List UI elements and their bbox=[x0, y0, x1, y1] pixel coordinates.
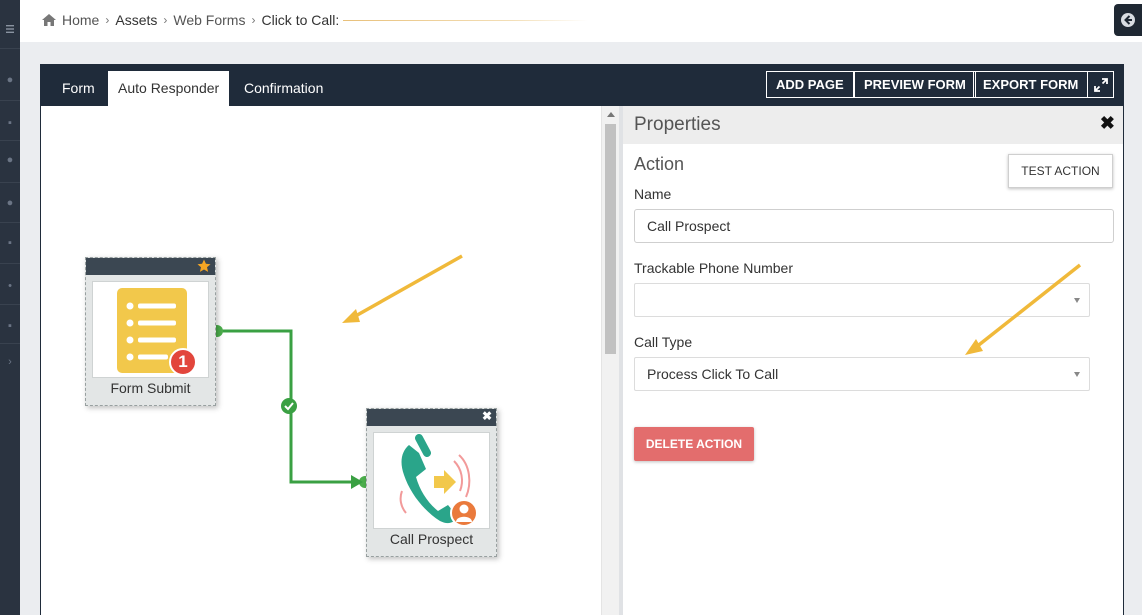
caret-down-icon bbox=[1074, 298, 1080, 303]
breadcrumb-assets[interactable]: Assets bbox=[115, 12, 157, 28]
star-icon[interactable] bbox=[197, 259, 211, 273]
node-form-submit[interactable]: 1 Form Submit bbox=[85, 257, 216, 406]
caret-down-icon bbox=[1074, 372, 1080, 377]
tab-form[interactable]: Form bbox=[52, 71, 105, 106]
canvas-scrollbar[interactable] bbox=[601, 106, 619, 615]
breadcrumb-web-forms[interactable]: Web Forms bbox=[173, 12, 245, 28]
chevron-right-icon: › bbox=[105, 13, 110, 27]
mobile-icon[interactable]: ▪ bbox=[0, 316, 20, 336]
breadcrumb-current: Click to Call: bbox=[261, 12, 340, 28]
node-image: 1 bbox=[92, 281, 209, 378]
export-form-button[interactable]: EXPORT FORM bbox=[973, 71, 1089, 98]
sidebar-divider bbox=[0, 182, 20, 183]
top-bar: Home › Assets › Web Forms › Click to Cal… bbox=[20, 0, 1142, 42]
node-label: Form Submit bbox=[110, 380, 191, 396]
close-icon[interactable]: ✖ bbox=[1100, 113, 1115, 134]
expand-arrows-icon bbox=[1093, 77, 1108, 92]
panel-header: Form Auto Responder Confirmation ADD PAG… bbox=[41, 65, 1123, 106]
node-label: Call Prospect bbox=[389, 531, 474, 547]
test-action-button[interactable]: TEST ACTION bbox=[1008, 154, 1113, 188]
menu-icon[interactable] bbox=[0, 21, 20, 41]
node-call-prospect[interactable]: ✖ Call Prospect bbox=[366, 408, 497, 557]
node-header[interactable]: ✖ bbox=[367, 409, 496, 426]
settings-icon[interactable]: ● bbox=[0, 193, 20, 213]
chevron-right-icon: › bbox=[251, 13, 256, 27]
call-type-label: Call Type bbox=[634, 334, 693, 350]
sidebar-divider bbox=[0, 222, 20, 223]
users-icon[interactable]: ● bbox=[0, 150, 20, 170]
call-type-value: Process Click To Call bbox=[647, 366, 779, 382]
phone-call-icon bbox=[399, 434, 478, 527]
arrow-circle-left-icon bbox=[1121, 13, 1135, 27]
properties-title: Properties bbox=[634, 114, 721, 135]
sidebar-divider bbox=[0, 343, 20, 344]
workflow-canvas[interactable]: 1 Form Submit ✖ Call Prospect bbox=[41, 106, 601, 615]
action-heading: Action bbox=[634, 154, 685, 174]
sidebar-divider bbox=[0, 304, 20, 305]
node-image bbox=[373, 432, 490, 529]
delete-action-button[interactable]: DELETE ACTION bbox=[634, 427, 754, 461]
node-header[interactable] bbox=[86, 258, 215, 275]
breadcrumb-underline bbox=[343, 19, 589, 21]
scroll-up-arrow[interactable] bbox=[607, 112, 615, 117]
fullscreen-button[interactable] bbox=[1087, 71, 1114, 98]
sidebar-divider bbox=[0, 100, 20, 101]
connector-arrowhead bbox=[351, 475, 363, 489]
sidebar-divider bbox=[0, 140, 20, 141]
dashboard-icon[interactable]: ● bbox=[0, 70, 20, 90]
home-icon bbox=[42, 14, 56, 26]
lock-icon[interactable]: ▪ bbox=[0, 113, 20, 133]
add-page-button[interactable]: ADD PAGE bbox=[766, 71, 854, 98]
call-type-select[interactable]: Process Click To Call bbox=[634, 357, 1090, 391]
properties-panel: Properties ✖ Action TEST ACTION Name Cal… bbox=[623, 106, 1123, 615]
connector-check-icon bbox=[281, 398, 297, 414]
form-list-icon bbox=[117, 288, 197, 376]
sidebar-divider bbox=[0, 48, 20, 49]
left-sidebar: ● ▪ ● ● ▪ • ▪ › bbox=[0, 0, 20, 615]
breadcrumb-home[interactable]: Home bbox=[62, 12, 99, 28]
chevron-right-icon: › bbox=[163, 13, 168, 27]
phone-number-label: Trackable Phone Number bbox=[634, 260, 794, 276]
scroll-thumb[interactable] bbox=[605, 124, 616, 354]
breadcrumb: Home › Assets › Web Forms › Click to Cal… bbox=[42, 12, 589, 28]
name-label: Name bbox=[634, 186, 672, 202]
close-icon[interactable]: ✖ bbox=[482, 409, 492, 423]
name-input[interactable]: Call Prospect bbox=[634, 209, 1114, 243]
sidebar-divider bbox=[0, 263, 20, 264]
badge-count: 1 bbox=[178, 352, 188, 371]
tab-confirmation[interactable]: Confirmation bbox=[234, 71, 333, 106]
expand-icon[interactable]: › bbox=[0, 352, 20, 372]
preview-form-button[interactable]: PREVIEW FORM bbox=[854, 71, 976, 98]
collapse-panel-button[interactable] bbox=[1114, 4, 1142, 36]
properties-header: Properties ✖ bbox=[623, 106, 1123, 144]
phone-number-select[interactable] bbox=[634, 283, 1090, 317]
layers-icon[interactable]: ▪ bbox=[0, 233, 20, 253]
tab-auto-responder[interactable]: Auto Responder bbox=[108, 71, 230, 106]
bell-icon[interactable]: • bbox=[0, 276, 20, 296]
form-editor-panel: Form Auto Responder Confirmation ADD PAG… bbox=[40, 64, 1124, 615]
